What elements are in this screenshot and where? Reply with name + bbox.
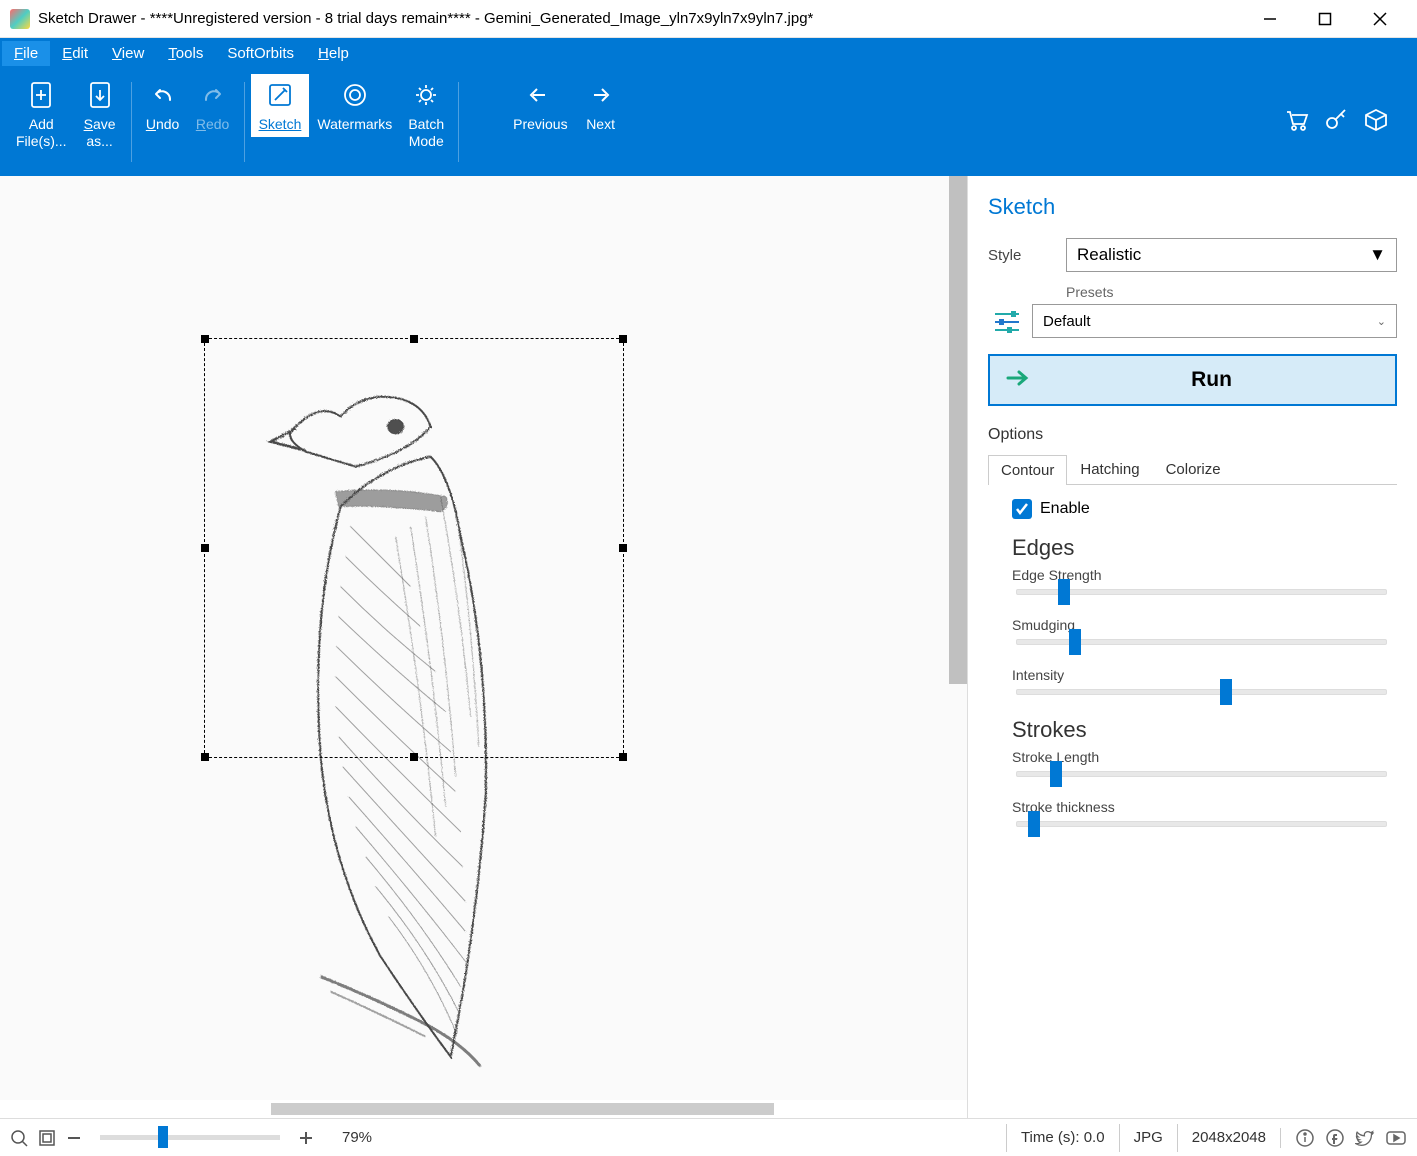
handle-top-center[interactable] (410, 335, 418, 343)
run-button[interactable]: Run (988, 354, 1397, 406)
edge-strength-label: Edge Strength (1012, 567, 1397, 583)
status-dimensions: 2048x2048 (1177, 1124, 1280, 1152)
redo-icon (200, 78, 226, 112)
handle-top-left[interactable] (201, 335, 209, 343)
handle-middle-left[interactable] (201, 544, 209, 552)
arrow-right-icon (588, 78, 614, 112)
zoom-out-icon[interactable] (66, 1130, 82, 1146)
stroke-length-slider[interactable] (1016, 771, 1387, 777)
add-file-icon (28, 78, 54, 112)
tab-contour[interactable]: Contour (988, 455, 1067, 485)
titlebar: Sketch Drawer - ****Unregistered version… (0, 0, 1417, 38)
handle-middle-right[interactable] (619, 544, 627, 552)
app-icon (10, 9, 30, 29)
gear-icon (413, 78, 439, 112)
status-time: Time (s): 0.0 (1006, 1124, 1119, 1152)
options-label: Options (988, 426, 1397, 444)
run-arrow-icon (1006, 369, 1030, 392)
pencil-icon (267, 78, 293, 112)
option-tabs: Contour Hatching Colorize (988, 454, 1397, 485)
maximize-button[interactable] (1297, 0, 1352, 38)
intensity-slider[interactable] (1016, 689, 1387, 695)
zoom-slider[interactable] (100, 1135, 280, 1140)
batch-mode-button[interactable]: BatchMode (400, 74, 452, 154)
canvas-viewport[interactable] (0, 176, 967, 1100)
selection-box[interactable] (204, 338, 624, 758)
watermarks-button[interactable]: Watermarks (309, 74, 400, 137)
menu-file[interactable]: File (2, 41, 50, 66)
next-button[interactable]: Next (576, 74, 626, 137)
enable-checkbox[interactable] (1012, 499, 1032, 519)
handle-bottom-left[interactable] (201, 753, 209, 761)
facebook-icon[interactable] (1325, 1128, 1345, 1148)
zoom-actual-icon[interactable] (10, 1129, 28, 1147)
undo-button[interactable]: Undo (138, 74, 188, 137)
status-format: JPG (1119, 1124, 1177, 1152)
arrow-left-icon (527, 78, 553, 112)
info-icon[interactable] (1295, 1128, 1315, 1148)
redo-button[interactable]: Redo (188, 74, 238, 137)
edges-section: Edges (1012, 535, 1397, 561)
panel-title: Sketch (988, 194, 1397, 220)
menu-tools[interactable]: Tools (156, 41, 215, 66)
menu-softorbits[interactable]: SoftOrbits (215, 41, 306, 66)
cart-icon[interactable] (1283, 107, 1309, 138)
stroke-thickness-label: Stroke thickness (1012, 799, 1397, 815)
chevron-down-icon: ⌄ (1377, 315, 1386, 328)
stroke-length-label: Stroke Length (1012, 749, 1397, 765)
handle-top-right[interactable] (619, 335, 627, 343)
save-icon (87, 78, 113, 112)
key-icon[interactable] (1323, 107, 1349, 138)
package-icon[interactable] (1363, 107, 1389, 138)
presets-label: Presets (1066, 284, 1397, 300)
handle-bottom-center[interactable] (410, 753, 418, 761)
add-files-button[interactable]: AddFile(s)... (8, 74, 75, 154)
menubar: File Edit View Tools SoftOrbits Help (0, 38, 1417, 68)
twitter-icon[interactable] (1355, 1128, 1375, 1148)
menu-edit[interactable]: Edit (50, 41, 100, 66)
zoom-in-icon[interactable] (298, 1130, 314, 1146)
sliders-icon[interactable] (992, 309, 1022, 333)
style-label: Style (988, 247, 1066, 264)
tab-colorize[interactable]: Colorize (1153, 454, 1234, 484)
zoom-fit-icon[interactable] (38, 1129, 56, 1147)
preset-select[interactable]: Default ⌄ (1032, 304, 1397, 338)
horizontal-scrollbar[interactable] (0, 1100, 967, 1118)
close-button[interactable] (1352, 0, 1407, 38)
save-as-button[interactable]: Saveas... (75, 74, 125, 154)
handle-bottom-right[interactable] (619, 753, 627, 761)
sketch-button[interactable]: Sketch (251, 74, 310, 139)
toolbar: AddFile(s)... Saveas... Undo Redo Sketch… (0, 68, 1417, 176)
minimize-button[interactable] (1242, 0, 1297, 38)
youtube-icon[interactable] (1385, 1128, 1407, 1148)
strokes-section: Strokes (1012, 717, 1397, 743)
edge-strength-slider[interactable] (1016, 589, 1387, 595)
zoom-percent: 79% (342, 1129, 372, 1146)
menu-view[interactable]: View (100, 41, 156, 66)
vertical-scrollbar[interactable] (949, 176, 967, 684)
chevron-down-icon: ▼ (1369, 245, 1386, 265)
canvas-area (0, 176, 967, 1118)
stroke-thickness-slider[interactable] (1016, 821, 1387, 827)
undo-icon (150, 78, 176, 112)
watermark-icon (342, 78, 368, 112)
enable-label: Enable (1040, 500, 1090, 518)
style-select[interactable]: Realistic ▼ (1066, 238, 1397, 272)
menu-help[interactable]: Help (306, 41, 361, 66)
window-title: Sketch Drawer - ****Unregistered version… (38, 10, 1242, 27)
side-panel: Sketch Style Realistic ▼ Presets Default… (967, 176, 1417, 1118)
smudging-slider[interactable] (1016, 639, 1387, 645)
statusbar: 79% Time (s): 0.0 JPG 2048x2048 (0, 1118, 1417, 1156)
intensity-label: Intensity (1012, 667, 1397, 683)
previous-button[interactable]: Previous (505, 74, 575, 137)
tab-hatching[interactable]: Hatching (1067, 454, 1152, 484)
